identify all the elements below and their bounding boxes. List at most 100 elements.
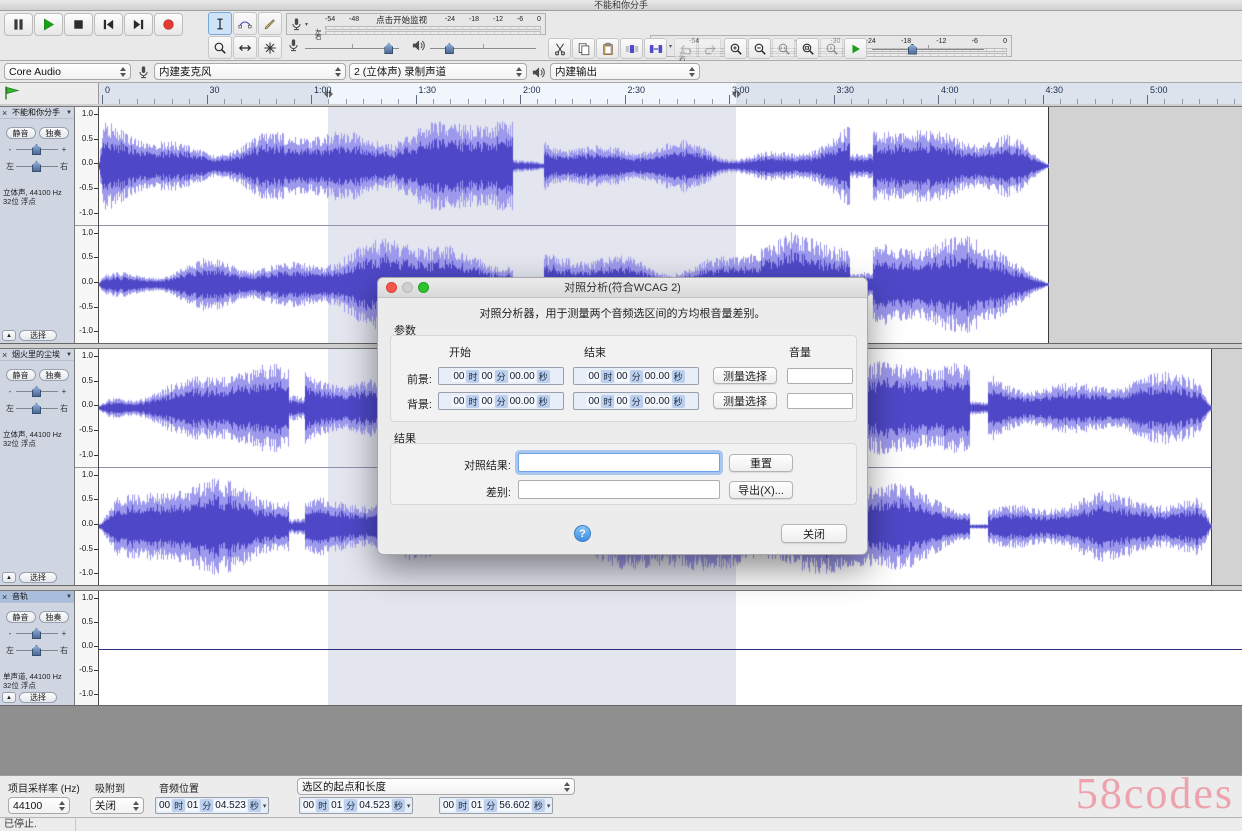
time-digits[interactable]: 56.602 [498,800,531,811]
contrast-result-input[interactable] [518,453,720,472]
time-digits[interactable]: 00 [480,395,494,407]
foreground-start-field[interactable]: 00 时 00 分 00.00 秒 [438,367,564,385]
paste-button[interactable] [596,38,619,59]
cut-button[interactable] [548,38,571,59]
trim-audio-button[interactable] [620,38,643,59]
zoom-to-fit-button[interactable] [796,38,819,59]
snap-combo[interactable]: 关闭 [90,797,144,814]
time-unit[interactable]: 秒 [247,799,261,812]
skip-to-start-button[interactable] [94,13,123,36]
pan-thumb[interactable] [32,161,41,172]
select-button[interactable]: 选择 [18,330,57,341]
playback-volume-slider[interactable] [430,40,536,56]
difference-input[interactable] [518,480,720,499]
playback-device-combo[interactable]: 内建输出 [550,63,700,80]
gain-thumb[interactable] [32,386,41,397]
skip-to-end-button[interactable] [124,13,153,36]
play-button[interactable] [34,13,63,36]
gain-slider[interactable] [16,627,58,640]
time-unit[interactable]: 秒 [536,394,550,408]
recording-volume-thumb[interactable] [384,43,394,54]
collapse-button[interactable]: ▲ [2,572,16,583]
collapse-button[interactable]: ▲ [2,330,16,341]
play-speed-thumb[interactable] [907,43,917,55]
time-digits[interactable]: 00 [452,395,466,407]
pan-slider[interactable] [16,644,58,657]
time-unit[interactable]: 时 [466,369,480,383]
recording-channels-combo[interactable]: 2 (立体声) 录制声道 [349,63,527,80]
redo-button[interactable] [698,38,721,59]
pan-slider[interactable] [16,160,58,173]
time-digits[interactable]: 04.523 [214,800,247,811]
gain-thumb[interactable] [32,628,41,639]
time-unit[interactable]: 分 [629,369,643,383]
time-digits[interactable]: 00 [480,370,494,382]
time-digits[interactable]: 01 [470,800,484,811]
time-unit[interactable]: 分 [494,394,508,408]
track-title[interactable]: 不能和你分手 [12,107,64,118]
track-header[interactable]: × 音轨 ▼ [0,591,74,603]
play-speed-slider[interactable] [872,41,984,57]
zoom-out-button[interactable] [748,38,771,59]
undo-button[interactable] [674,38,697,59]
stop-button[interactable] [64,13,93,36]
copy-button[interactable] [572,38,595,59]
collapse-button[interactable]: ▲ [2,692,16,703]
track-3-wave-area[interactable] [99,591,1242,705]
time-unit[interactable]: 分 [484,799,498,812]
time-unit[interactable]: 秒 [531,799,545,812]
track-menu-arrow-icon[interactable]: ▼ [66,352,72,358]
pan-thumb[interactable] [32,403,41,414]
play-at-speed-button[interactable] [844,38,867,59]
dialog-title-bar[interactable]: 对照分析(符合WCAG 2) [378,278,867,298]
meter-dropdown-icon[interactable]: ▾ [305,21,308,28]
timeshift-tool-button[interactable] [233,36,257,59]
track-menu-arrow-icon[interactable]: ▼ [66,110,72,116]
track-menu-arrow-icon[interactable]: ▼ [66,594,72,600]
selection-length-field[interactable]: 00 时 01 分 56.602 秒 ▾ [439,797,554,814]
time-digits[interactable]: 04.523 [358,800,391,811]
time-digits[interactable]: 00 [442,800,456,811]
zoom-in-button[interactable] [724,38,747,59]
record-button[interactable] [154,13,183,36]
time-digits[interactable]: 00 [615,395,629,407]
pause-button[interactable] [4,13,33,36]
time-unit[interactable]: 时 [316,799,330,812]
track-close-button[interactable]: × [2,108,10,118]
time-unit[interactable]: 时 [601,369,615,383]
time-digits[interactable]: 00 [587,395,601,407]
mute-button[interactable]: 静音 [5,611,36,623]
time-unit[interactable]: 秒 [536,369,550,383]
gain-thumb[interactable] [32,144,41,155]
multi-tool-button[interactable] [258,36,282,59]
time-digits[interactable]: 00 [615,370,629,382]
background-end-field[interactable]: 00 时 00 分 00.00 秒 [573,392,699,410]
zoom-tool-button[interactable] [208,36,232,59]
time-unit[interactable]: 分 [494,369,508,383]
time-digits[interactable]: 00 [302,800,316,811]
recording-volume-slider[interactable] [305,40,399,56]
time-unit[interactable]: 分 [344,799,358,812]
audio-position-field[interactable]: 00 时 01 分 04.523 秒 ▾ [155,797,270,814]
time-field-dropdown-icon[interactable]: ▾ [407,802,411,810]
export-button[interactable]: 导出(X)... [729,481,793,499]
monitor-hint[interactable]: 点击开始监视 [372,15,432,25]
time-field-dropdown-icon[interactable]: ▾ [263,802,267,810]
window-title-bar[interactable]: 不能和你分手 [0,0,1242,11]
time-digits[interactable]: 00 [587,370,601,382]
time-unit[interactable]: 秒 [391,799,405,812]
track-header[interactable]: × 烟火里的尘埃 ▼ [0,349,74,361]
time-digits[interactable]: 00 [158,800,172,811]
audio-clip[interactable] [99,591,1242,705]
select-button[interactable]: 选择 [18,572,57,583]
playback-volume-thumb[interactable] [444,43,454,54]
selection-mode-combo[interactable]: 选区的起点和长度 [297,778,575,795]
time-unit[interactable]: 时 [601,394,615,408]
close-dialog-button[interactable]: 关闭 [781,524,847,543]
draw-tool-button[interactable] [258,12,282,35]
audio-host-combo[interactable]: Core Audio [4,63,131,80]
mute-button[interactable]: 静音 [5,127,36,139]
gain-slider[interactable] [16,143,58,156]
background-volume-input[interactable] [787,393,853,409]
time-unit[interactable]: 分 [200,799,214,812]
